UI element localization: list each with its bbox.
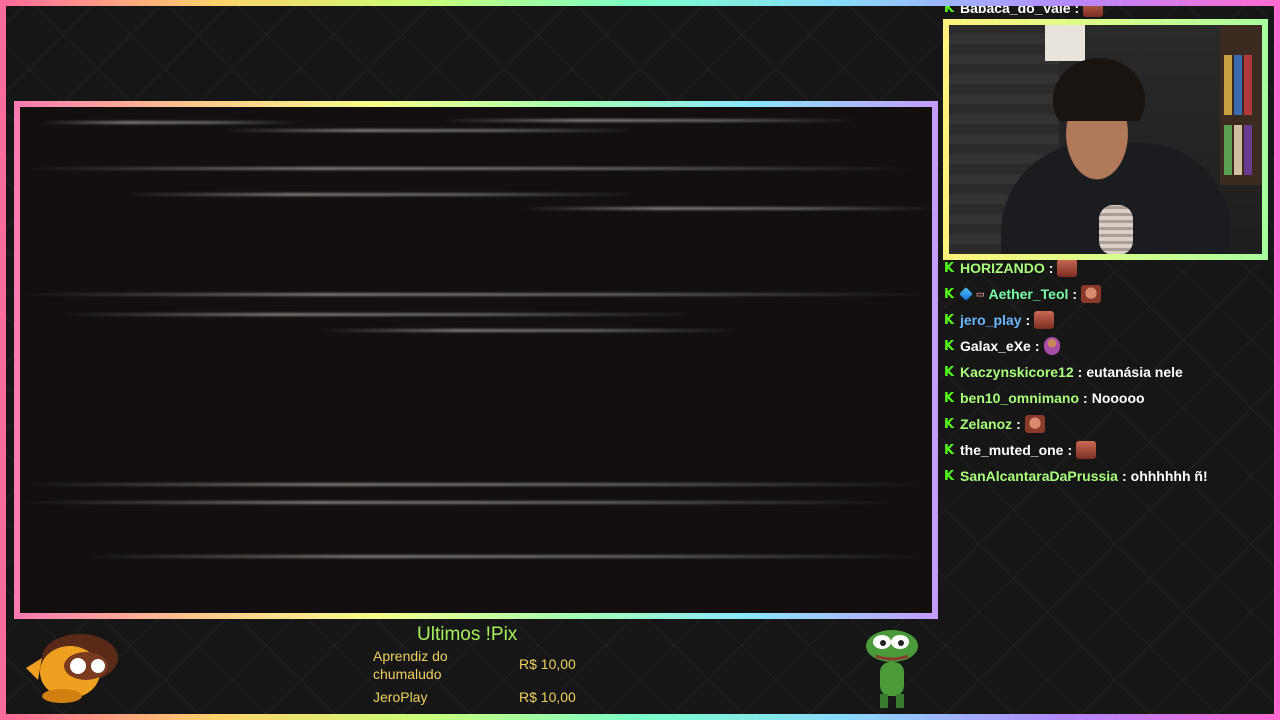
chat-message: K SanAlcantaraDaPrussia : ohhhhhh ñ! <box>942 464 1208 488</box>
microphone <box>1099 205 1133 254</box>
chat-username[interactable]: ben10_omnimano <box>960 390 1079 406</box>
chat-message: K Zelanoz : <box>942 412 1045 436</box>
chat-message: K Galax_eXe : <box>942 334 1060 358</box>
chat-emote-icon <box>1043 337 1060 355</box>
kick-badge-icon: K <box>943 338 955 354</box>
chat-username[interactable]: Zelanoz <box>960 416 1012 432</box>
kick-badge-icon: K <box>943 0 955 16</box>
chat-separator: : <box>1034 338 1040 354</box>
chat-emote-icon <box>1024 415 1045 433</box>
kick-badge-icon: K <box>943 260 955 276</box>
pepe-frog-mascot <box>866 630 918 708</box>
chat-message: K Kaczynskicore12 : eutanásia nele <box>942 360 1183 384</box>
chat-message: K ▭ Aether_Teol : <box>942 282 1102 306</box>
chat-username[interactable]: Kaczynskicore12 <box>960 364 1074 380</box>
video-streak <box>220 129 640 132</box>
video-streak <box>20 167 920 170</box>
kick-badge-icon: K <box>943 364 955 380</box>
video-streak <box>40 121 300 124</box>
video-streak <box>20 501 900 504</box>
chat-separator: : <box>1077 364 1083 380</box>
chat-emote-icon <box>1057 259 1078 277</box>
chat-username[interactable]: Babaca_do_Vale <box>960 0 1071 16</box>
game-capture-frame <box>14 101 938 619</box>
chat-username[interactable]: Aether_Teol <box>989 286 1069 302</box>
subscriber-badge-icon: ▭ <box>976 288 985 299</box>
chat-emote-icon <box>1076 441 1097 459</box>
pix-title: Ultimos !Pix <box>417 624 518 645</box>
pix-entry-name: Aprendiz do chumaludo <box>373 647 448 683</box>
webcam-frame <box>943 19 1268 260</box>
bookshelf <box>1220 25 1262 185</box>
kick-badge-icon: K <box>943 390 955 406</box>
chat-separator: : <box>1048 260 1054 276</box>
video-streak <box>80 555 930 558</box>
kick-badge-icon: K <box>943 416 955 432</box>
chat-emote-icon <box>1034 311 1055 329</box>
chat-separator: : <box>1067 442 1073 458</box>
video-streak <box>20 293 930 296</box>
kick-badge-icon: K <box>943 468 955 484</box>
chat-username[interactable]: jero_play <box>960 312 1021 328</box>
chat-message-text: eutanásia nele <box>1086 364 1183 380</box>
chat-separator: : <box>1083 390 1088 406</box>
video-streak <box>60 313 700 316</box>
chat-username[interactable]: the_muted_one <box>960 442 1063 458</box>
pix-entry-name-line: Aprendiz do <box>373 648 448 664</box>
chat-message-text: ohhhhhh ñ! <box>1130 468 1208 484</box>
cube-badge-icon <box>959 287 973 301</box>
pix-entry-amount: R$ 10,00 <box>519 656 576 672</box>
video-streak <box>520 207 932 210</box>
game-capture-view <box>20 107 932 613</box>
chat-separator: : <box>1074 0 1080 16</box>
chat-emote-icon <box>1081 285 1102 303</box>
video-streak <box>20 483 930 486</box>
video-streak <box>320 329 740 332</box>
chat-message: K Babaca_do_Vale : <box>942 0 1104 20</box>
chat-message: Kben10_omnimano : Nooooo <box>942 386 1145 410</box>
chat-message: Kthe_muted_one : <box>942 438 1097 462</box>
video-streak <box>440 119 860 122</box>
chat-message-text: Nooooo <box>1091 390 1145 406</box>
mascot-left-character <box>26 634 118 703</box>
kick-badge-icon: K <box>943 442 955 458</box>
chat-emote-icon <box>1083 0 1104 17</box>
chat-separator: : <box>1025 312 1031 328</box>
streamer-hair <box>1045 51 1153 121</box>
chat-username[interactable]: SanAlcantaraDaPrussia <box>960 468 1118 484</box>
video-streak <box>120 193 640 196</box>
kick-badge-icon: K <box>943 286 955 302</box>
pix-entry-amount: R$ 10,00 <box>519 689 576 705</box>
chat-separator: : <box>1072 286 1078 302</box>
chat-username[interactable]: HORIZANDO <box>960 260 1045 276</box>
kick-badge-icon: K <box>943 312 955 328</box>
chat-separator: : <box>1016 416 1021 432</box>
webcam-view <box>949 25 1262 254</box>
pix-entry-name-line: chumaludo <box>373 666 442 682</box>
pix-entry-name: JeroPlay <box>373 689 428 705</box>
chat-separator: : <box>1121 468 1127 484</box>
chat-username[interactable]: Galax_eXe <box>960 338 1031 354</box>
chat-message: Kjero_play : <box>942 308 1055 332</box>
